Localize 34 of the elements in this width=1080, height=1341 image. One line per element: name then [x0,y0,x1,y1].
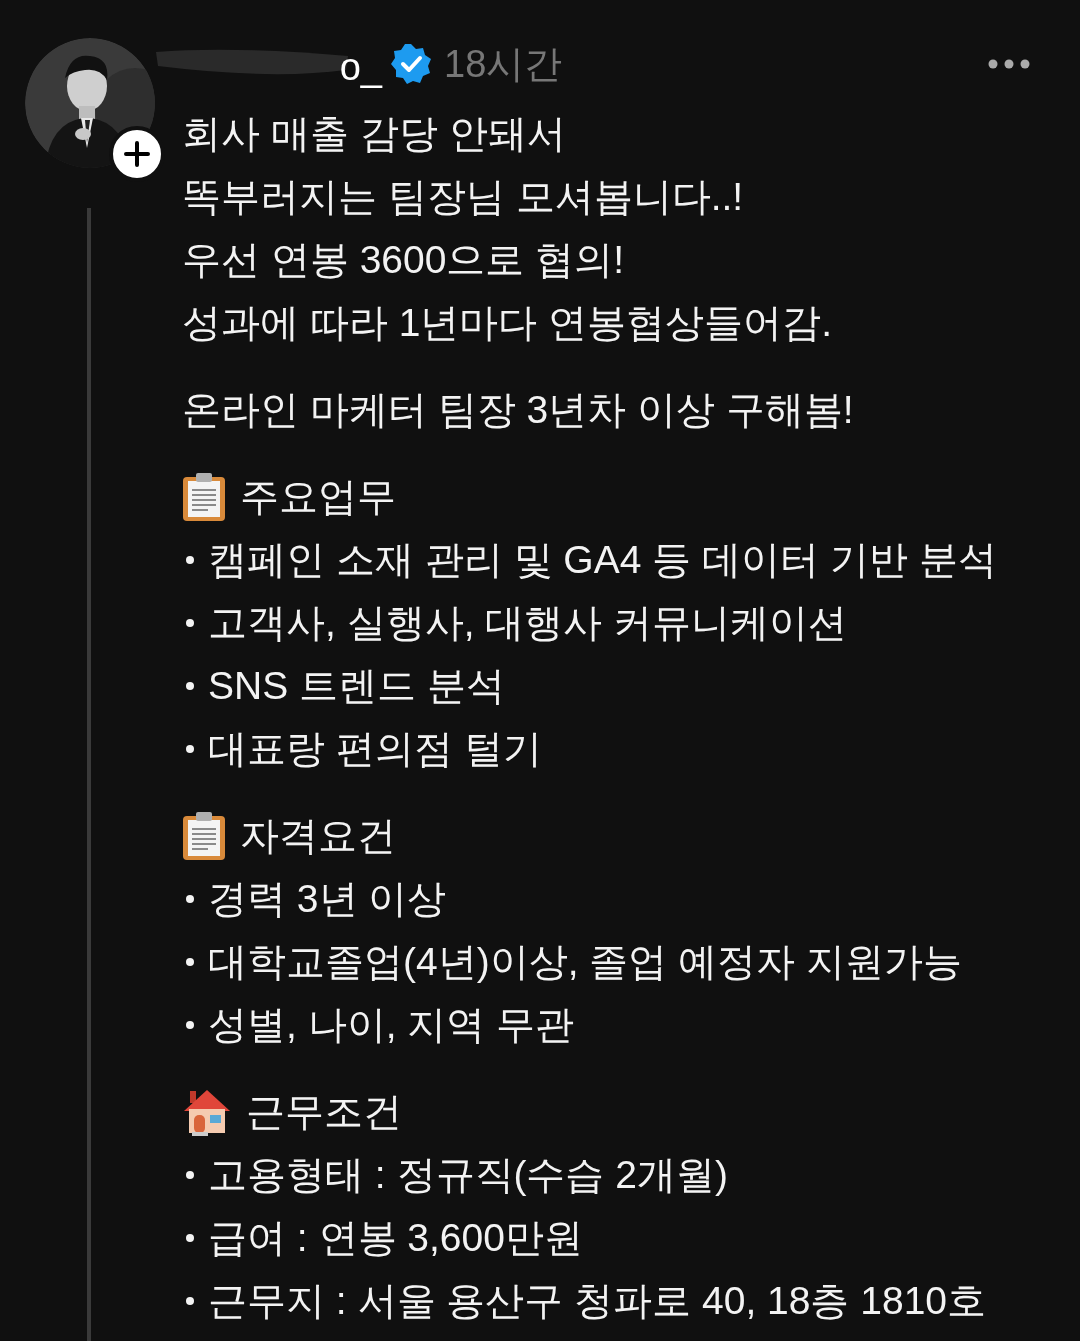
bullet-icon [186,1170,194,1179]
post-text-line: 똑부러지는 팀장님 모셔봅니다..! [182,174,745,220]
more-icon[interactable] [988,59,1030,69]
bullet-icon [186,1020,194,1029]
clipboard-icon [182,471,226,522]
bullet-text: 성별, 나이, 지역 무관 [208,1002,575,1048]
bullet-text: 고용형태 : 정규직(수습 2개월) [208,1152,728,1198]
plus-icon [124,141,150,167]
bullet-text: 근무지 : 서울 용산구 청파로 40, 18층 1810호 [208,1278,987,1324]
section-heading: 근무조건 [246,1089,402,1135]
bullet-icon [186,1233,194,1242]
section-heading: 주요업무 [240,474,396,520]
post-text-line: 온라인 마케터 팀장 3년차 이상 구해봄! [182,387,855,433]
clipboard-icon [182,810,226,861]
post-time: 18시간 [444,41,563,87]
bullet-icon [186,618,194,627]
post-text-line: 회사 매출 감당 안돼서 [182,111,567,157]
bullet-icon [186,957,194,966]
bullet-text: 대학교졸업(4년)이상, 졸업 예정자 지원가능 [208,939,962,985]
post-text-line: 우선 연봉 3600으로 협의! [182,237,626,283]
bullet-icon [186,555,194,564]
bullet-text: 급여 : 연봉 3,600만원 [208,1215,583,1261]
bullet-icon [186,681,194,690]
bullet-text: 경력 3년 이상 [208,876,447,922]
bullet-text: 대표랑 편의점 털기 [208,726,542,772]
section-heading: 자격요건 [240,813,396,859]
username[interactable]: o_ [339,42,382,92]
post-text-line: 성과에 따라 1년마다 연봉협상들어감. [182,300,834,346]
bullet-text: 캠페인 소재 관리 및 GA4 등 데이터 기반 분석 [208,537,997,583]
bullet-text: 고객사, 실행사, 대행사 커뮤니케이션 [208,600,848,646]
bullet-icon [186,894,194,903]
bullet-icon [186,744,194,753]
bullet-icon [186,1296,194,1305]
bullet-text: SNS 트렌드 분석 [208,663,505,709]
